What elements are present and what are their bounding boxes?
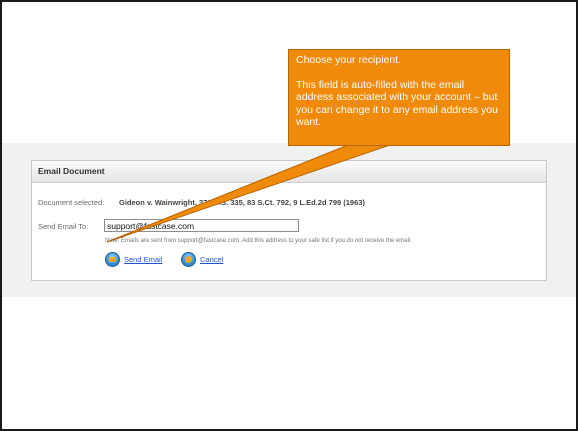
document-selected-value: Gideon v. Wainwright, 372 U.S. 335, 83 S… [119, 198, 365, 207]
send-email-to-label: Send Email To: [38, 222, 89, 231]
callout-tooltip: Choose your recipient. This field is aut… [288, 49, 510, 146]
cancel-button[interactable]: Cancel [181, 252, 223, 267]
send-email-icon[interactable] [105, 252, 120, 267]
cancel-link[interactable]: Cancel [200, 255, 223, 264]
callout-body: This field is auto-filled with the email… [296, 78, 498, 129]
email-note: Note: Emails are sent from support@fastc… [105, 238, 412, 244]
callout-title: Choose your recipient. [296, 54, 402, 66]
send-email-link[interactable]: Send Email [124, 255, 162, 264]
panel-header: Email Document [32, 161, 546, 183]
document-selected-label: Document selected: [38, 198, 105, 207]
email-document-panel: Email Document Document selected: Gideon… [31, 160, 547, 281]
send-email-button[interactable]: Send Email [105, 252, 162, 267]
email-to-input[interactable] [104, 219, 299, 232]
cancel-icon[interactable] [181, 252, 196, 267]
